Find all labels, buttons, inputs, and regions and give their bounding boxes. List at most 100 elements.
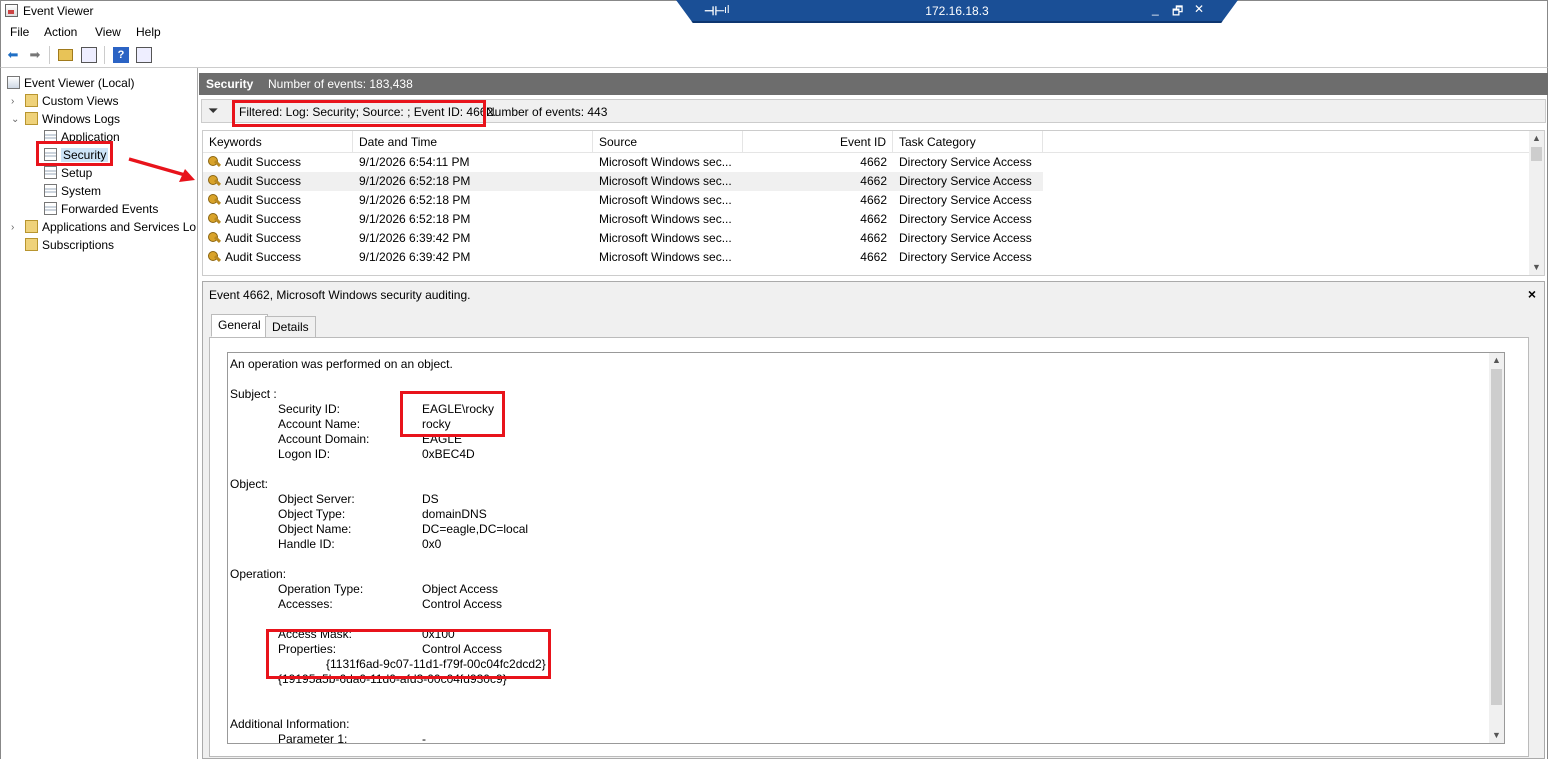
value-object-server: DS [422, 492, 439, 506]
cell-source: Microsoft Windows sec... [599, 250, 732, 264]
scroll-down-icon[interactable]: ▼ [1529, 260, 1544, 275]
value-object-name: DC=eagle,DC=local [422, 522, 529, 536]
tab-general[interactable]: General [211, 314, 268, 337]
scroll-thumb[interactable] [1491, 369, 1502, 705]
menu-action[interactable]: Action [44, 25, 77, 39]
cell-task-category: Directory Service Access [899, 193, 1032, 207]
label-accesses: Accesses: [278, 597, 333, 611]
cell-keywords: Audit Success [225, 212, 302, 226]
tree-item-setup[interactable]: Setup [44, 165, 92, 182]
audit-success-key-icon [208, 156, 221, 169]
toolbar-separator [49, 46, 50, 64]
description-scrollbar[interactable]: ▲ ▼ [1489, 353, 1504, 743]
events-grid: Keywords Date and Time Source Event ID T… [202, 130, 1545, 276]
event-row[interactable]: Audit Success 9/1/2026 6:52:18 PM Micros… [203, 210, 1043, 229]
show-hide-console-tree-icon[interactable] [81, 47, 97, 63]
section-additional-information: Additional Information: [230, 717, 350, 731]
folder-icon [25, 112, 38, 125]
event-viewer-icon [7, 76, 20, 89]
scroll-up-icon[interactable]: ▲ [1529, 131, 1544, 146]
label-object-name: Object Name: [278, 522, 352, 536]
label-object-server: Object Server: [278, 492, 355, 506]
expand-chevron-icon[interactable]: › [11, 93, 14, 110]
cell-date-time: 9/1/2026 6:52:18 PM [359, 193, 471, 207]
filter-funnel-icon: ⏷ [208, 103, 219, 118]
audit-success-key-icon [208, 213, 221, 226]
close-detail-icon[interactable]: × [1528, 286, 1536, 302]
scroll-down-icon[interactable]: ▼ [1489, 728, 1504, 743]
open-folder-icon[interactable] [58, 49, 73, 61]
back-arrow-icon[interactable]: ⬅ [5, 47, 21, 63]
menu-bar: File Action View Help [0, 20, 1548, 42]
cell-task-category: Directory Service Access [899, 250, 1032, 264]
log-header: Security Number of events: 183,438 [199, 73, 1548, 95]
collapse-chevron-icon[interactable]: ⌄ [11, 111, 19, 128]
tree-item-subscriptions[interactable]: Subscriptions [25, 237, 114, 254]
cell-event-id: 4662 [860, 231, 887, 245]
event-row-selected[interactable]: Audit Success 9/1/2026 6:52:18 PM Micros… [203, 172, 1043, 191]
cell-keywords: Audit Success [225, 193, 302, 207]
tree-item-custom-views[interactable]: › Custom Views [11, 93, 118, 110]
tree-item-forwarded-events[interactable]: Forwarded Events [44, 201, 158, 218]
highlight-security-log [36, 141, 113, 166]
section-operation: Operation: [230, 567, 287, 581]
value-logon-id: 0xBEC4D [422, 447, 475, 461]
forward-arrow-icon[interactable]: ➡ [27, 47, 43, 63]
cell-event-id: 4662 [860, 155, 887, 169]
event-row[interactable]: Audit Success 9/1/2026 6:39:42 PM Micros… [203, 229, 1043, 248]
scroll-thumb[interactable] [1531, 147, 1542, 161]
column-header-keywords[interactable]: Keywords [203, 131, 353, 153]
log-icon [44, 202, 57, 215]
value-handle-id: 0x0 [422, 537, 442, 551]
label-object-type: Object Type: [278, 507, 346, 521]
cell-date-time: 9/1/2026 6:39:42 PM [359, 250, 471, 264]
log-event-count: Number of events: 183,438 [268, 77, 413, 91]
tree-item-system[interactable]: System [44, 183, 101, 200]
value-object-type: domainDNS [422, 507, 487, 521]
cell-date-time: 9/1/2026 6:52:18 PM [359, 174, 471, 188]
expand-chevron-icon[interactable]: › [11, 219, 14, 236]
log-icon [44, 166, 57, 179]
cell-source: Microsoft Windows sec... [599, 155, 732, 169]
column-header-date-time[interactable]: Date and Time [353, 131, 593, 153]
tree-item-event-viewer-local[interactable]: Event Viewer (Local) [7, 75, 135, 92]
audit-success-key-icon [208, 232, 221, 245]
menu-view[interactable]: View [95, 25, 121, 39]
column-header-source[interactable]: Source [593, 131, 743, 153]
cell-source: Microsoft Windows sec... [599, 174, 732, 188]
label-security-id: Security ID: [278, 402, 341, 416]
section-subject: Subject : [230, 387, 277, 401]
log-title: Security [206, 77, 254, 91]
tree-item-applications-and-services[interactable]: › Applications and Services Lo [11, 219, 196, 236]
show-action-pane-icon[interactable] [136, 47, 152, 63]
label-account-name: Account Name: [278, 417, 361, 431]
cell-keywords: Audit Success [225, 250, 302, 264]
value-operation-type: Object Access [422, 582, 499, 596]
event-row[interactable]: Audit Success 9/1/2026 6:54:11 PM Micros… [203, 153, 1043, 172]
cell-date-time: 9/1/2026 6:54:11 PM [359, 155, 470, 169]
tree-item-windows-logs[interactable]: ⌄ Windows Logs [11, 111, 120, 128]
events-grid-scrollbar[interactable]: ▲ ▼ [1529, 131, 1544, 275]
highlight-subject-account [400, 391, 505, 437]
description-intro: An operation was performed on an object. [230, 357, 453, 371]
menu-file[interactable]: File [10, 25, 29, 39]
cell-keywords: Audit Success [225, 231, 302, 245]
menu-help[interactable]: Help [136, 25, 161, 39]
rdp-close-button[interactable]: ✕ [1194, 2, 1204, 16]
cell-event-id: 4662 [860, 250, 887, 264]
value-accesses: Control Access [422, 597, 503, 611]
help-icon[interactable]: ? [113, 47, 129, 63]
cell-event-id: 4662 [860, 193, 887, 207]
event-row[interactable]: Audit Success 9/1/2026 6:52:18 PM Micros… [203, 191, 1043, 210]
label-parameter-1: Parameter 1: [278, 732, 348, 744]
cell-date-time: 9/1/2026 6:52:18 PM [359, 212, 471, 226]
cell-task-category: Directory Service Access [899, 155, 1032, 169]
tab-details[interactable]: Details [265, 316, 316, 338]
rdp-minimize-button[interactable]: _ [1152, 2, 1159, 16]
scroll-up-icon[interactable]: ▲ [1489, 353, 1504, 368]
value-parameter-1: - [422, 732, 426, 744]
event-row[interactable]: Audit Success 9/1/2026 6:39:42 PM Micros… [203, 248, 1043, 267]
column-header-task-category[interactable]: Task Category [893, 131, 1043, 153]
filtered-event-count: Number of events: 443 [486, 105, 608, 119]
column-header-event-id[interactable]: Event ID [743, 131, 893, 153]
